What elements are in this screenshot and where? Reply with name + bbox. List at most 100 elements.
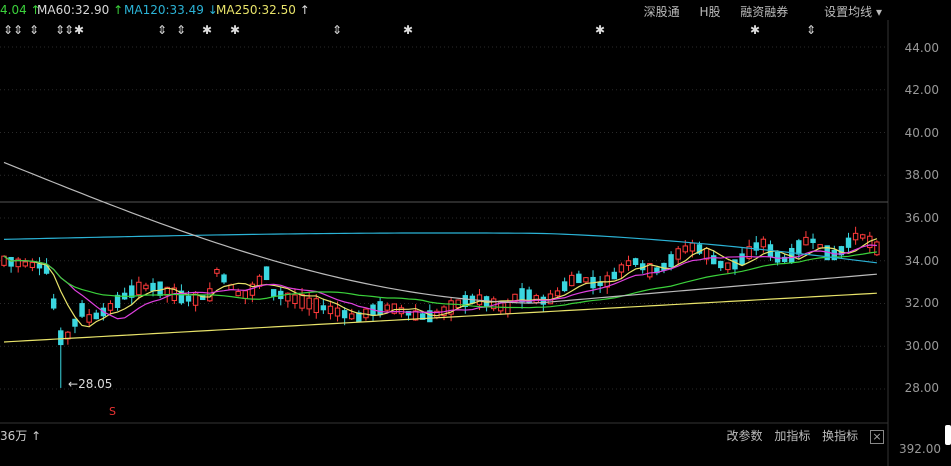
mouse-cursor-icon	[945, 425, 951, 445]
candle-body	[675, 248, 681, 260]
candle-body	[682, 245, 688, 253]
marker[interactable]: ⇕	[176, 23, 186, 37]
candle-body	[50, 298, 57, 309]
link-margin[interactable]: 融资融券	[740, 5, 788, 19]
link-sgt[interactable]: 深股通	[644, 5, 680, 19]
candle-body	[313, 298, 319, 314]
candle-body	[36, 263, 43, 269]
candle-body	[710, 255, 717, 265]
candle-body	[327, 305, 334, 315]
candle-body	[852, 232, 859, 241]
candle-body	[214, 269, 220, 274]
candle-body	[625, 260, 632, 267]
y-tick: 30.00	[904, 339, 939, 353]
header-links: 深股通 H股 融资融券 设置均线 ▾	[628, 3, 882, 20]
candle-body	[689, 242, 696, 252]
candle-body	[398, 307, 405, 315]
ma250-legend: MA250:32.50 ↑	[216, 3, 310, 17]
ma10-line	[3, 244, 877, 320]
ma250-line	[3, 292, 877, 343]
candle-body	[270, 289, 277, 297]
candle-body	[618, 264, 625, 273]
candle-body	[107, 303, 114, 311]
edit-params-button[interactable]: 改参数	[726, 429, 762, 443]
candle-body	[583, 277, 589, 283]
candle-body	[860, 234, 866, 239]
candle-body	[86, 314, 92, 323]
candle-body	[29, 262, 36, 268]
candle-body	[668, 254, 674, 268]
y-tick: 34.00	[904, 254, 939, 268]
candle-body	[58, 330, 64, 346]
y-tick: 40.00	[904, 126, 939, 140]
candle-body	[299, 294, 305, 309]
candle-body	[235, 291, 241, 297]
s-marker[interactable]: S	[109, 405, 116, 418]
marker[interactable]: ⇕	[13, 23, 23, 37]
candle-body	[93, 312, 99, 320]
marker[interactable]: ✱	[403, 23, 413, 37]
candle-body	[569, 274, 575, 287]
candle-body	[554, 290, 561, 297]
volume-axis-label: 392.00	[899, 442, 941, 456]
close-icon[interactable]: ×	[870, 430, 884, 444]
candle-body	[136, 281, 142, 296]
ma-legend-bar: 4.04 ↑ MA60:32.90 ↑ MA120:33.49 ↓ MA250:…	[0, 0, 890, 20]
link-set-ma[interactable]: 设置均线 ▾	[808, 5, 882, 19]
candle-body	[8, 257, 14, 267]
candle-body	[263, 266, 270, 281]
marker[interactable]: ✱	[750, 23, 760, 37]
ma120-line	[3, 232, 877, 264]
marker[interactable]: ⇕	[806, 23, 816, 37]
y-tick: 32.00	[904, 296, 939, 310]
candle-body	[576, 273, 582, 284]
marker[interactable]: ⇕	[3, 23, 13, 37]
marker[interactable]: ⇕	[157, 23, 167, 37]
candle-body	[306, 297, 312, 310]
candle-body	[632, 258, 639, 265]
add-indicator-button[interactable]: 加指标	[774, 429, 810, 443]
marker[interactable]: ⇕✱	[64, 23, 84, 37]
marker[interactable]: ✱	[230, 23, 240, 37]
candle-body	[334, 307, 341, 317]
candle-body	[774, 251, 781, 263]
ma120-legend: MA120:33.49 ↓	[124, 3, 218, 17]
volume-label: 36万 ↑	[0, 429, 42, 443]
candle-body	[292, 294, 298, 304]
low-price-annotation: ←28.05	[68, 377, 113, 391]
candle-body	[129, 285, 135, 298]
candle-body	[760, 238, 767, 248]
candle-body	[725, 262, 731, 271]
candle-body	[611, 271, 618, 280]
candle-body	[242, 290, 248, 299]
ma60-legend: MA60:32.90 ↑	[37, 3, 124, 17]
candle-body	[796, 240, 802, 255]
candle-body	[143, 284, 149, 290]
marker[interactable]: ✱	[202, 23, 212, 37]
candle-body	[377, 301, 383, 316]
candle-body	[185, 295, 192, 302]
candle-body	[661, 262, 667, 271]
marker[interactable]: ⇕	[29, 23, 39, 37]
change-indicator-button[interactable]: 换指标	[822, 429, 858, 443]
marker[interactable]: ⇕	[332, 23, 342, 37]
ma30-legend: 4.04 ↑	[0, 3, 41, 17]
candle-body	[384, 304, 390, 311]
candle-body	[157, 281, 163, 296]
candle-body	[597, 281, 603, 287]
candle-body	[114, 294, 121, 308]
candle-body	[718, 260, 724, 269]
y-tick: 38.00	[904, 168, 939, 182]
candle-body	[561, 281, 568, 292]
link-hshare[interactable]: H股	[699, 5, 720, 19]
candle-body	[221, 274, 227, 283]
candle-body	[803, 236, 809, 246]
candle-body	[320, 305, 327, 311]
candle-body	[150, 282, 156, 292]
y-tick: 36.00	[904, 211, 939, 225]
candle-body	[739, 253, 745, 266]
kline-chart[interactable]	[0, 0, 951, 466]
marker[interactable]: ✱	[595, 23, 605, 37]
candle-body	[341, 310, 348, 319]
candle-body	[874, 241, 880, 256]
